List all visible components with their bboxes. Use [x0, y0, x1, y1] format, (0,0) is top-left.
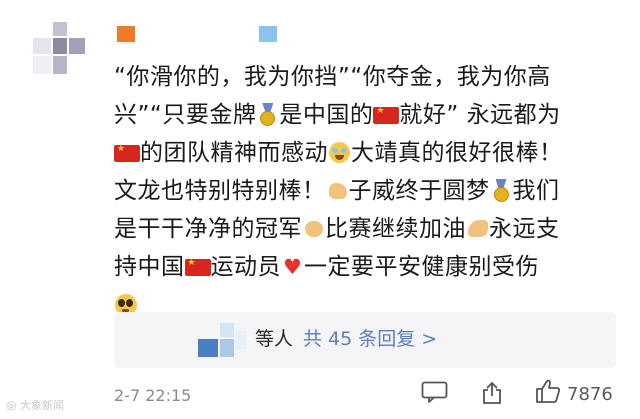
- ok-hand-icon: [326, 179, 349, 202]
- medal-icon: [490, 179, 513, 202]
- comment-line: “你滑你的，我为你挡”“你夺金，我为你高: [114, 64, 551, 90]
- flexed-biceps-icon: [466, 217, 489, 240]
- comment-text: “你滑你的，我为你挡”“你夺金，我为你高 兴”“只要金牌 是中国的 ★ 就好” 永远都…: [114, 58, 619, 324]
- comment-icon[interactable]: [421, 381, 448, 403]
- china-flag-icon: ★: [184, 255, 211, 278]
- medal-icon: [256, 103, 279, 126]
- comment-timestamp: 2-7 22:15: [114, 386, 192, 405]
- username[interactable]: [117, 26, 287, 46]
- comment-line: 文龙也特别特别棒！ 子威终于圆梦 我们: [114, 178, 560, 204]
- replies-box[interactable]: 等人共 45 条回复 >: [114, 312, 616, 368]
- fist-icon: [302, 217, 325, 240]
- view-replies-link[interactable]: 共 45 条回复 >: [303, 328, 437, 350]
- comment-line: 是干干净净的冠军 比赛继续加油 永远支: [114, 216, 560, 242]
- comment-line: 兴”“只要金牌 是中国的 ★ 就好” 永远都为: [114, 102, 561, 128]
- china-flag-icon: ★: [373, 103, 400, 126]
- weibo-logo-icon: ◎: [6, 398, 17, 412]
- reply-avatars: [198, 323, 248, 359]
- avatar[interactable]: [33, 22, 87, 76]
- share-icon[interactable]: [480, 381, 504, 405]
- crying-face-icon: [328, 141, 351, 164]
- reply-summary[interactable]: 等人共 45 条回复 >: [255, 326, 437, 352]
- comment-line: 持中国 ★ 运动员 ♥ 一定要平安健康别受伤: [114, 254, 539, 280]
- like-count: 7876: [567, 384, 613, 405]
- watermark: ◎ 大象新闻: [6, 397, 64, 413]
- watermark-text: 大象新闻: [19, 399, 64, 412]
- comment-line: ★ 的团队精神而感动 大靖真的很好很棒！: [114, 134, 619, 172]
- reply-users-label: 等人: [255, 328, 294, 350]
- thumbs-up-icon[interactable]: [535, 378, 561, 404]
- red-heart-icon: ♥: [283, 255, 303, 279]
- china-flag-icon: ★: [114, 141, 140, 164]
